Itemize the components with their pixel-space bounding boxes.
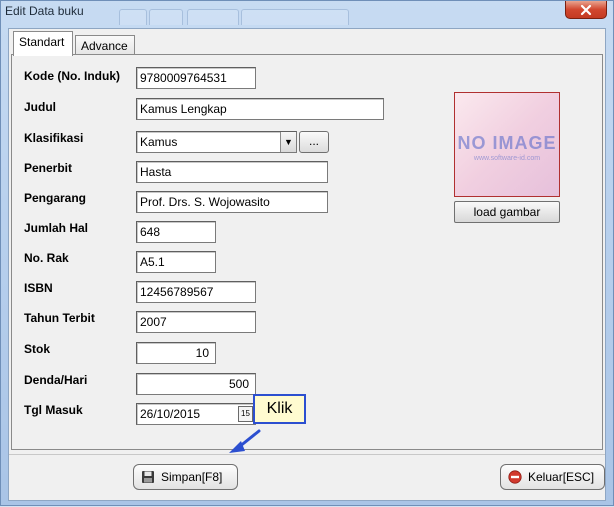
tab-standart[interactable]: Standart — [13, 31, 73, 56]
callout-arrow-icon — [229, 429, 261, 453]
edit-window: Edit Data buku Standart Advance Kode (No… — [0, 0, 614, 506]
